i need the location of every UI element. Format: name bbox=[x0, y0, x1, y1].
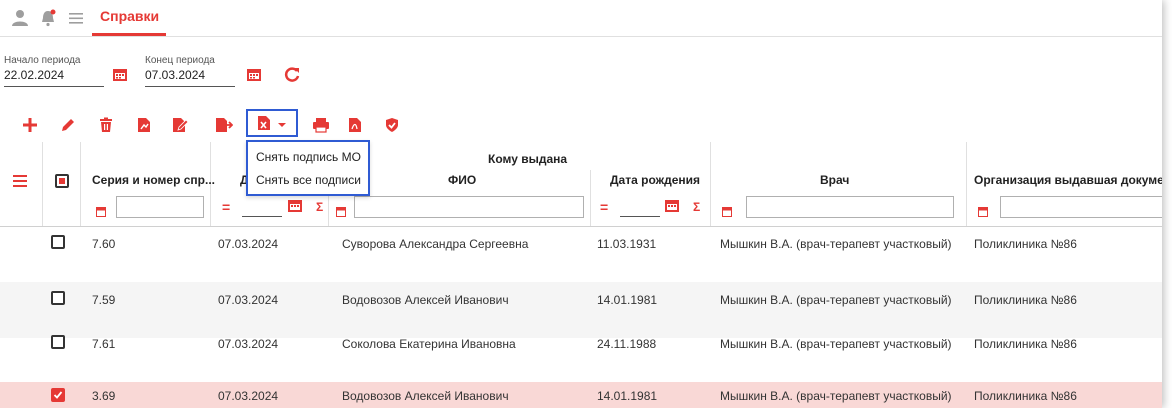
period-start-underline bbox=[4, 86, 104, 87]
active-tab-indicator bbox=[92, 33, 166, 36]
filter-icon[interactable] bbox=[722, 204, 732, 217]
filter-icon[interactable] bbox=[336, 204, 346, 217]
date-filter-input[interactable] bbox=[242, 216, 282, 217]
fio-filter-input[interactable] bbox=[354, 196, 584, 218]
birth-date-filter-input[interactable] bbox=[620, 216, 660, 217]
shield-check-icon[interactable] bbox=[382, 114, 402, 136]
cell-series: 7.60 bbox=[92, 237, 116, 251]
column-header-fio[interactable]: ФИО bbox=[448, 173, 476, 187]
row-checkbox[interactable] bbox=[51, 335, 65, 349]
tab-spravki[interactable]: Справки bbox=[100, 8, 159, 24]
cell-org: Поликлиника №86 bbox=[974, 389, 1077, 403]
column-header-doctor[interactable]: Врач bbox=[820, 173, 849, 187]
sign-document-icon[interactable] bbox=[134, 114, 154, 136]
period-start-label: Начало периода bbox=[4, 55, 81, 66]
col-divider bbox=[80, 142, 81, 226]
calendar-icon[interactable] bbox=[112, 67, 128, 82]
calendar-icon[interactable] bbox=[287, 198, 303, 213]
refresh-icon[interactable] bbox=[282, 64, 302, 84]
row-checkbox[interactable] bbox=[51, 291, 65, 305]
col-divider bbox=[710, 142, 711, 226]
top-bar: Справки bbox=[0, 0, 1162, 37]
cell-fio: Соколова Екатерина Ивановна bbox=[342, 337, 516, 351]
column-header-org[interactable]: Организация выдавшая документ bbox=[974, 173, 1162, 187]
col-divider bbox=[966, 142, 967, 226]
cell-birth-date: 14.01.1981 bbox=[597, 389, 658, 403]
excel-dropdown-menu: Снять подпись МО Снять все подписи bbox=[246, 140, 370, 196]
chevron-down-icon bbox=[277, 117, 287, 135]
delete-icon[interactable] bbox=[96, 114, 116, 136]
period-start-input[interactable]: 22.02.2024 bbox=[4, 68, 64, 82]
user-icon[interactable] bbox=[10, 8, 30, 28]
org-filter-input[interactable] bbox=[1000, 196, 1162, 218]
cell-fio: Суворова Александра Сергеевна bbox=[342, 237, 529, 251]
bell-icon[interactable] bbox=[38, 8, 58, 28]
calendar-icon[interactable] bbox=[246, 67, 262, 82]
equals-operator[interactable]: = bbox=[222, 199, 230, 215]
cell-doctor: Мышкин В.А. (врач-терапевт участковый) bbox=[720, 293, 952, 307]
cell-birth-date: 24.11.1988 bbox=[597, 337, 657, 351]
select-all-checkbox[interactable] bbox=[55, 174, 69, 188]
menu-item-remove-mo-signature[interactable]: Снять подпись МО bbox=[256, 150, 361, 164]
cell-fio: Водовозов Алексей Иванович bbox=[342, 293, 509, 307]
edit-icon[interactable] bbox=[58, 114, 78, 136]
column-header-birth-date[interactable]: Дата рождения bbox=[610, 173, 700, 187]
period-end-input[interactable]: 07.03.2024 bbox=[145, 68, 205, 82]
filter-icon[interactable] bbox=[96, 204, 106, 217]
cell-org: Поликлиника №86 bbox=[974, 337, 1077, 351]
menu-item-remove-all-signatures[interactable]: Снять все подписи bbox=[256, 173, 361, 187]
cell-series: 7.59 bbox=[92, 293, 116, 307]
sigma-icon[interactable]: Σ bbox=[693, 200, 700, 214]
table-row[interactable]: 7.60 07.03.2024 Суворова Александра Серг… bbox=[0, 226, 1162, 282]
column-settings-icon[interactable] bbox=[12, 174, 28, 193]
col-divider bbox=[42, 142, 43, 226]
pdf-icon[interactable] bbox=[345, 114, 365, 136]
cell-date: 07.03.2024 bbox=[218, 337, 279, 351]
cell-series: 7.61 bbox=[92, 337, 116, 351]
table-row[interactable]: 7.61 07.03.2024 Соколова Екатерина Ивано… bbox=[0, 326, 1162, 382]
excel-icon bbox=[256, 115, 272, 136]
calendar-icon[interactable] bbox=[664, 198, 680, 213]
export-document-icon[interactable] bbox=[214, 114, 234, 136]
cell-date: 07.03.2024 bbox=[218, 293, 279, 307]
row-checkbox[interactable] bbox=[51, 235, 65, 249]
cell-series: 3.69 bbox=[92, 389, 116, 403]
cell-doctor: Мышкин В.А. (врач-терапевт участковый) bbox=[720, 337, 952, 351]
cell-birth-date: 14.01.1981 bbox=[597, 293, 658, 307]
print-icon[interactable] bbox=[311, 114, 331, 136]
period-end-underline bbox=[145, 86, 235, 87]
excel-dropdown-button[interactable] bbox=[246, 109, 298, 137]
cell-doctor: Мышкин В.А. (врач-терапевт участковый) bbox=[720, 389, 952, 403]
app-window: Справки Начало периода 22.02.2024 Конец … bbox=[0, 0, 1162, 408]
equals-operator[interactable]: = bbox=[600, 199, 608, 215]
cell-org: Поликлиника №86 bbox=[974, 293, 1077, 307]
table-row-selected[interactable]: 3.69 07.03.2024 Водовозов Алексей Иванов… bbox=[0, 382, 1162, 408]
cell-fio: Водовозов Алексей Иванович bbox=[342, 389, 509, 403]
cell-birth-date: 11.03.1931 bbox=[597, 237, 657, 251]
period-end-label: Конец периода bbox=[145, 55, 215, 66]
column-header-series[interactable]: Серия и номер спр... bbox=[92, 173, 215, 187]
doctor-filter-input[interactable] bbox=[746, 196, 954, 218]
series-filter-input[interactable] bbox=[116, 196, 204, 218]
column-group-recipient: Кому выдана bbox=[488, 152, 568, 166]
cell-doctor: Мышкин В.А. (врач-терапевт участковый) bbox=[720, 237, 952, 251]
cell-org: Поликлиника №86 bbox=[974, 237, 1077, 251]
cell-date: 07.03.2024 bbox=[218, 237, 279, 251]
sigma-icon[interactable]: Σ bbox=[316, 200, 323, 214]
partial-check-mark bbox=[59, 178, 65, 184]
cell-date: 07.03.2024 bbox=[218, 389, 279, 403]
add-icon[interactable] bbox=[20, 114, 40, 136]
menu-icon[interactable] bbox=[66, 8, 86, 28]
row-checkbox-checked[interactable] bbox=[51, 388, 65, 402]
edit-document-icon[interactable] bbox=[170, 114, 190, 136]
col-divider bbox=[590, 170, 591, 226]
filter-icon[interactable] bbox=[978, 204, 988, 217]
